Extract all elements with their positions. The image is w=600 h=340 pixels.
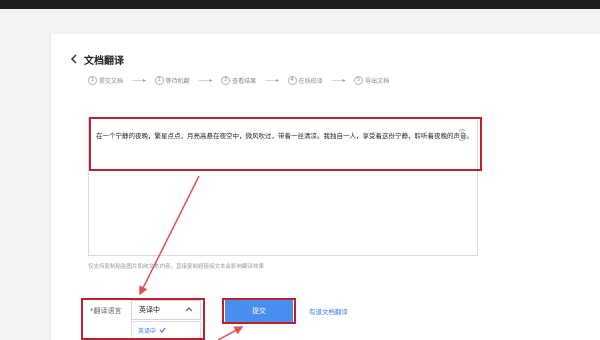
language-select[interactable]: 英译中 bbox=[131, 300, 201, 320]
step-number: 3 bbox=[221, 75, 231, 85]
step-label: 导出文档 bbox=[365, 77, 390, 85]
step-label: 查看结果 bbox=[232, 77, 257, 85]
language-selected-value: 英译中 bbox=[139, 306, 160, 314]
window-top-bar bbox=[0, 0, 600, 9]
step-label: 等待机翻 bbox=[165, 77, 190, 85]
page-title: 文档翻译 bbox=[84, 55, 124, 67]
progress-steps: 1 提交文档 ——▸ 2 等待机翻 ——▸ 3 查看结果 ——▸ 4 在线校译 … bbox=[88, 74, 389, 86]
language-dropdown: 英译中 bbox=[131, 321, 201, 340]
language-option-label: 英译中 bbox=[138, 328, 157, 335]
input-text-content[interactable]: 在一个宁静的夜晚，繁星点点，月亮高悬在夜空中，微风吹过，带着一丝清凉。我独自一人… bbox=[96, 126, 476, 147]
step-4: 4 在线校译 bbox=[287, 75, 323, 85]
arrow-right-icon: ——▸ bbox=[265, 76, 279, 84]
document-translate-link[interactable]: 有道文档翻译 bbox=[309, 306, 348, 316]
submit-button[interactable]: 提交 bbox=[225, 300, 293, 322]
arrow-right-icon: ——▸ bbox=[331, 76, 346, 84]
step-3: 3 查看结果 bbox=[221, 75, 257, 85]
step-label: 在线校译 bbox=[298, 77, 323, 85]
step-number: 2 bbox=[154, 75, 164, 85]
check-icon bbox=[159, 327, 166, 335]
chevron-up-icon bbox=[185, 306, 193, 314]
step-2: 2 等待机翻 bbox=[154, 75, 190, 85]
chevron-left-icon[interactable] bbox=[70, 54, 78, 64]
step-number: 5 bbox=[354, 75, 364, 85]
arrow-right-icon: ——▸ bbox=[132, 76, 146, 84]
language-label: *翻译语言 bbox=[90, 307, 122, 315]
step-5: 5 导出文档 bbox=[354, 75, 390, 85]
page-header: 文档翻译 bbox=[70, 50, 124, 68]
step-1: 1 提交文档 bbox=[88, 75, 124, 85]
input-hint: 仅支持复制粘贴图片和纯文本内容，直接复制超链接文本会影响翻译效果 bbox=[88, 264, 265, 270]
language-option[interactable]: 英译中 bbox=[132, 322, 200, 339]
step-number: 4 bbox=[287, 75, 297, 85]
step-number: 1 bbox=[88, 75, 97, 85]
arrow-right-icon: ——▸ bbox=[198, 76, 213, 84]
step-label: 提交文档 bbox=[99, 77, 124, 85]
